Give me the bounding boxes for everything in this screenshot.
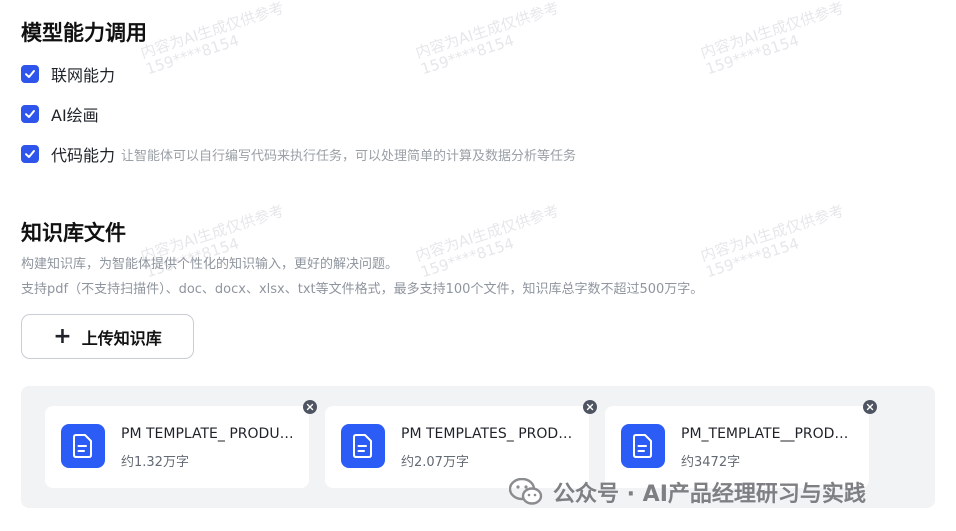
- file-name: PM_TEMPLATE__PRODUCT: [681, 426, 856, 442]
- watermark: 内容为AI生成仅供参考 159****8154: [413, 0, 562, 78]
- file-size: 约2.07万字: [401, 455, 469, 470]
- document-icon: [341, 424, 385, 468]
- account-name: 公众号 · AI产品经理研习与实践: [553, 482, 866, 507]
- code-checkbox[interactable]: [21, 145, 39, 163]
- upload-label: 上传知识库: [81, 328, 162, 348]
- plus-icon: +: [53, 323, 72, 349]
- watermark: 内容为AI生成仅供参考 159****8154: [138, 0, 287, 78]
- file-name: PM TEMPLATE_ PRODUCT: [121, 426, 296, 442]
- document-icon: [621, 424, 665, 468]
- watermark: 内容为AI生成仅供参考 159****8154: [698, 201, 847, 281]
- capability-label: 联网能力: [51, 66, 116, 85]
- knowledge-title: 知识库文件: [21, 221, 126, 245]
- capability-label: AI绘画: [51, 106, 99, 125]
- capability-description: 让智能体可以自行编写代码来执行任务，可以处理简单的计算及数据分析等任务: [121, 148, 577, 164]
- file-size: 约3472字: [681, 455, 741, 470]
- account-watermark: 公众号 · AI产品经理研习与实践: [509, 476, 866, 508]
- close-icon[interactable]: [583, 400, 597, 414]
- capabilities-title: 模型能力调用: [21, 21, 147, 45]
- capability-ai-drawing: AI绘画: [21, 102, 99, 126]
- close-icon[interactable]: [863, 400, 877, 414]
- upload-knowledge-button[interactable]: + 上传知识库: [21, 314, 194, 359]
- web-checkbox[interactable]: [21, 65, 39, 83]
- watermark: 内容为AI生成仅供参考 159****8154: [413, 201, 562, 281]
- document-icon: [61, 424, 105, 468]
- knowledge-format-hint: 支持pdf（不支持扫描件）、doc、docx、xlsx、txt等文件格式，最多支…: [21, 282, 704, 297]
- file-card[interactable]: PM TEMPLATE_ PRODUCT 约1.32万字: [45, 400, 317, 488]
- wechat-icon: [509, 478, 543, 505]
- watermark: 内容为AI生成仅供参考 159****8154: [698, 0, 847, 78]
- capability-web: 联网能力: [21, 62, 115, 86]
- file-name: PM TEMPLATES_ PRODUCT: [401, 426, 576, 442]
- knowledge-description: 构建知识库，为智能体提供个性化的知识输入，更好的解决问题。: [21, 257, 399, 272]
- capability-label: 代码能力: [51, 146, 116, 165]
- close-icon[interactable]: [303, 400, 317, 414]
- ai-drawing-checkbox[interactable]: [21, 105, 39, 123]
- capability-code: 代码能力 让智能体可以自行编写代码来执行任务，可以处理简单的计算及数据分析等任务: [21, 142, 576, 166]
- file-size: 约1.32万字: [121, 455, 189, 470]
